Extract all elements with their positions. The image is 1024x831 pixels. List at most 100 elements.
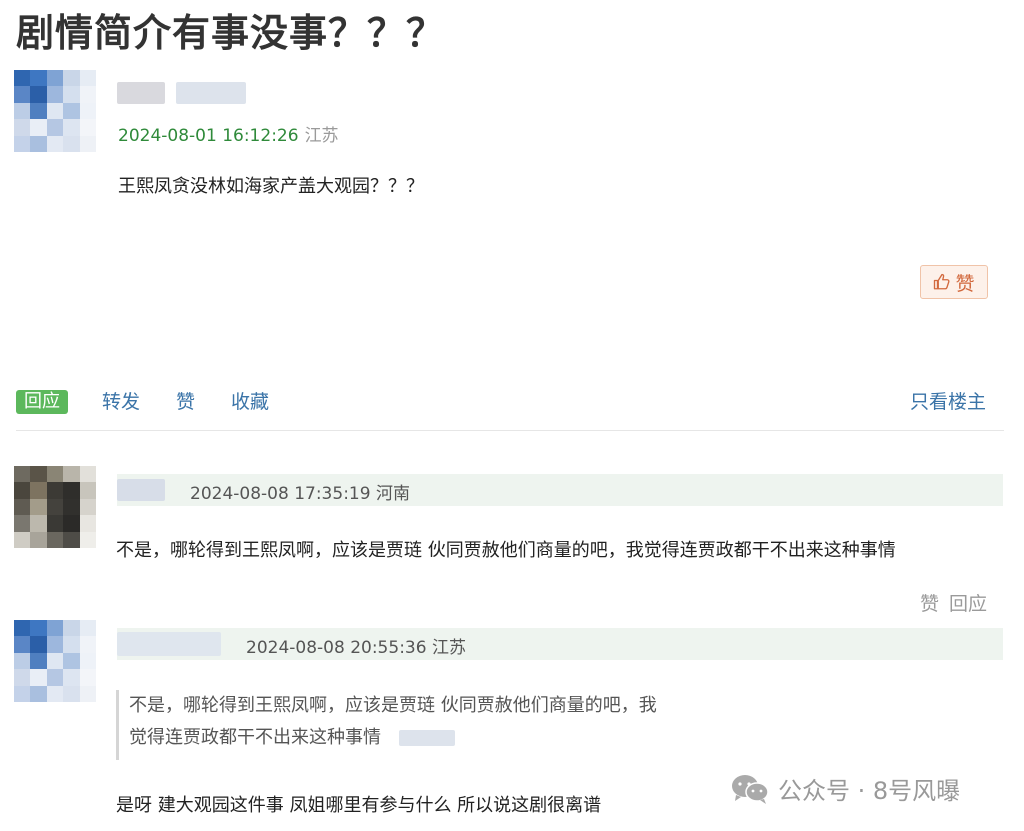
avatar-pixel — [79, 119, 96, 137]
avatar-pixel — [14, 685, 31, 702]
quote-author-blurred — [399, 730, 455, 746]
avatar-reply-1[interactable] — [14, 466, 96, 548]
avatar-pixel — [79, 685, 96, 702]
avatar-pixel — [30, 636, 48, 654]
avatar-pixel — [30, 620, 48, 637]
avatar-pixel — [63, 636, 81, 654]
username-reply-1-blurred[interactable] — [117, 479, 165, 501]
avatar-pixel — [79, 86, 96, 104]
reply-button[interactable]: 回应 — [16, 390, 68, 414]
avatar-pixel — [14, 620, 31, 637]
avatar-pixel — [14, 636, 31, 654]
avatar-pixel — [46, 515, 64, 533]
avatar-pixel — [63, 531, 81, 548]
divider — [16, 430, 1004, 431]
watermark: 公众号 · 8号风曝 — [730, 771, 960, 806]
avatar-pixel — [79, 669, 96, 687]
avatar-pixel — [63, 86, 81, 104]
avatar-pixel — [30, 515, 48, 533]
avatar-pixel — [46, 498, 64, 516]
avatar-reply-2[interactable] — [14, 620, 96, 702]
avatar-pixel — [30, 86, 48, 104]
avatar-pixel — [79, 102, 96, 120]
reply-1-actions: 赞回应 — [920, 589, 987, 616]
avatar-pixel — [79, 515, 96, 533]
avatar-pixel — [79, 620, 96, 637]
avatar-pixel — [46, 86, 64, 104]
post-meta: 2024-08-01 16:12:26 江苏 — [118, 121, 339, 146]
avatar-pixel — [14, 135, 31, 152]
thumbs-up-icon — [934, 273, 950, 290]
username-op-blurred-2 — [176, 82, 246, 104]
reply-2-time: 2024-08-08 20:55:36 江苏 — [246, 638, 466, 658]
avatar-pixel — [14, 86, 31, 104]
avatar-pixel — [30, 102, 48, 120]
avatar-pixel — [46, 466, 64, 483]
avatar-pixel — [14, 466, 31, 483]
avatar-op[interactable] — [14, 70, 96, 152]
avatar-pixel — [14, 531, 31, 548]
like-link[interactable]: 赞 — [176, 390, 195, 414]
avatar-pixel — [30, 119, 48, 137]
reply-1-header: 2024-08-08 17:35:19 河南 — [117, 474, 1003, 506]
reply-1-content: 不是，哪轮得到王熙凤啊，应该是贾琏 伙同贾赦他们商量的吧，我觉得连贾政都干不出来… — [116, 540, 896, 561]
wechat-icon — [732, 774, 769, 804]
avatar-pixel — [14, 119, 31, 137]
avatar-pixel — [63, 482, 81, 500]
username-reply-2-blurred[interactable] — [117, 632, 221, 656]
avatar-pixel — [46, 652, 64, 670]
avatar-pixel — [14, 70, 31, 87]
avatar-pixel — [46, 482, 64, 500]
avatar-pixel — [30, 498, 48, 516]
avatar-pixel — [30, 135, 48, 152]
avatar-pixel — [79, 466, 96, 483]
avatar-pixel — [30, 466, 48, 483]
avatar-pixel — [14, 102, 31, 120]
avatar-pixel — [63, 620, 81, 637]
avatar-pixel — [30, 685, 48, 702]
quote-line-2: 觉得连贾政都干不出来这种事情 — [129, 722, 756, 754]
forward-link[interactable]: 转发 — [102, 390, 140, 414]
reply-1-reply-link[interactable]: 回应 — [949, 593, 987, 615]
avatar-pixel — [46, 620, 64, 637]
only-op-link[interactable]: 只看楼主 — [910, 390, 986, 414]
avatar-pixel — [46, 531, 64, 548]
avatar-pixel — [30, 70, 48, 87]
avatar-pixel — [79, 531, 96, 548]
reply-2-content: 是呀 建大观园这件事 凤姐哪里有参与什么 所以说这剧很离谱 — [116, 795, 602, 816]
avatar-pixel — [30, 652, 48, 670]
avatar-pixel — [14, 515, 31, 533]
avatar-pixel — [30, 531, 48, 548]
avatar-pixel — [14, 669, 31, 687]
reply-2-quote: 不是，哪轮得到王熙凤啊，应该是贾琏 伙同贾赦他们商量的吧，我 觉得连贾政都干不出… — [116, 690, 756, 760]
quote-line-1: 不是，哪轮得到王熙凤啊，应该是贾琏 伙同贾赦他们商量的吧，我 — [129, 695, 657, 716]
avatar-pixel — [63, 515, 81, 533]
avatar-pixel — [14, 482, 31, 500]
watermark-text: 公众号 · 8号风曝 — [778, 777, 961, 805]
page-title: 剧情简介有事没事？？？ — [16, 11, 446, 55]
reply-2-header: 2024-08-08 20:55:36 江苏 — [117, 628, 1003, 660]
avatar-pixel — [63, 498, 81, 516]
reply-1-like-link[interactable]: 赞 — [920, 593, 939, 615]
avatar-pixel — [79, 636, 96, 654]
avatar-pixel — [14, 498, 31, 516]
avatar-pixel — [46, 102, 64, 120]
avatar-pixel — [63, 119, 81, 137]
avatar-pixel — [46, 70, 64, 87]
avatar-pixel — [46, 119, 64, 137]
avatar-pixel — [79, 135, 96, 152]
username-op-blurred[interactable] — [117, 82, 165, 104]
avatar-pixel — [79, 652, 96, 670]
like-button[interactable]: 赞 — [920, 265, 988, 299]
avatar-pixel — [63, 135, 81, 152]
avatar-pixel — [63, 652, 81, 670]
avatar-pixel — [14, 652, 31, 670]
avatar-pixel — [63, 70, 81, 87]
collect-link[interactable]: 收藏 — [231, 390, 269, 414]
avatar-pixel — [63, 466, 81, 483]
reply-1-time: 2024-08-08 17:35:19 河南 — [190, 484, 410, 504]
avatar-pixel — [63, 685, 81, 702]
avatar-pixel — [46, 636, 64, 654]
post-content: 王熙凤贪没林如海家产盖大观园？？？ — [118, 176, 424, 197]
avatar-pixel — [63, 669, 81, 687]
